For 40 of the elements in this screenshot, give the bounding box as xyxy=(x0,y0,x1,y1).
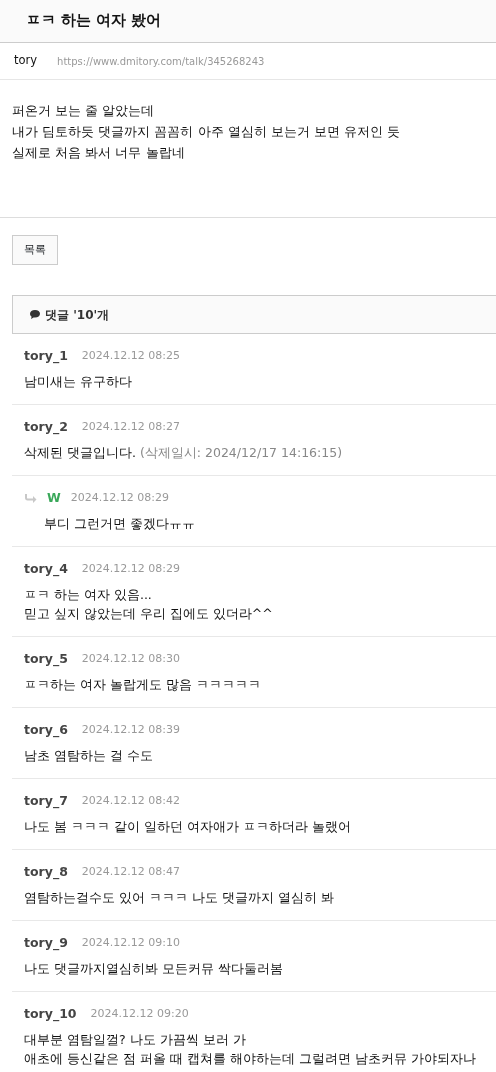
comment-text: ㅍㅋ 하는 여자 있음... 믿고 싶지 않았는데 우리 집에도 있더라^^ xyxy=(24,586,274,623)
comment-author: tory_9 xyxy=(24,933,68,953)
comment-time: 2024.12.12 08:47 xyxy=(81,863,180,880)
body-text-line: 퍼온거 보는 줄 알았는데 xyxy=(12,102,156,120)
comment-author: tory_4 xyxy=(24,559,68,579)
comment-time: 2024.12.12 08:27 xyxy=(81,418,180,435)
speech-bubble-icon xyxy=(29,309,41,320)
body-text-line: 실제로 처음 봐서 너무 놀랍네 xyxy=(12,144,186,162)
comment-author: tory_6 xyxy=(24,720,68,740)
comment-text: 부디 그런거면 좋겠다ㅠㅠ xyxy=(43,515,196,533)
comment-author: W xyxy=(47,488,61,507)
comment-text: 대부분 염탐일껄? 나도 가끔씩 보러 가 애초에 등신같은 점 퍼올 때 캡쳐를 해야하는데 그럴려면 남초커뮤 가야되자나 xyxy=(24,1031,477,1068)
comment-author: tory_8 xyxy=(24,862,68,882)
comment-time: 2024.12.12 08:29 xyxy=(81,560,180,577)
comment-text: 나도 봄 ㅋㅋㅋ 같이 일하던 여자애가 ㅍㅋ하더라 놀랬어 xyxy=(24,818,352,836)
comment-text: ㅍㅋ하는 여자 놀랍게도 많음 ㅋㅋㅋㅋㅋ xyxy=(24,676,262,694)
comment-text: 염탐하는걸수도 있어 ㅋㅋㅋ 나도 댓글까지 열심히 봐 xyxy=(24,889,335,907)
comment-time: 2024.12.12 08:39 xyxy=(81,721,180,738)
comment-author: tory_10 xyxy=(24,1004,77,1024)
comment-author: tory_5 xyxy=(24,649,68,669)
comment-author: tory_2 xyxy=(24,417,68,437)
comment-time: 2024.12.12 09:20 xyxy=(90,1005,189,1022)
comment-time: 2024.12.12 08:29 xyxy=(70,489,169,506)
comment-text: 나도 댓글까지열심히봐 모든커뮤 싹다둘러봄 xyxy=(24,960,284,978)
comment-time: 2024.12.12 08:42 xyxy=(81,792,180,809)
post-url: https://www.dmitory.com/talk/345268243 xyxy=(57,54,265,69)
comment-time: 2024.12.12 08:25 xyxy=(81,347,180,364)
comment-text: 삭제된 댓글입니다. (삭제일시: 2024/12/17 14:16:15) xyxy=(24,444,344,462)
list-button[interactable]: 목록 xyxy=(12,235,58,265)
comments-count: 댓글 '10'개 xyxy=(45,306,110,324)
comment-text: 남초 염탐하는 걸 수도 xyxy=(24,747,154,765)
body-text-line: 내가 딤토하듯 댓글까지 꼼꼼히 아주 열심히 보는거 보면 유저인 듯 xyxy=(12,123,402,141)
comment-author: tory_1 xyxy=(24,346,68,366)
comment-text: 남미새는 유구하다 xyxy=(24,373,133,391)
comment-time: 2024.12.12 08:30 xyxy=(81,650,180,667)
comment-author: tory_7 xyxy=(24,791,68,811)
author-name: tory xyxy=(14,52,38,70)
comment-time: 2024.12.12 09:10 xyxy=(81,934,180,951)
reply-arrow-icon xyxy=(24,492,37,504)
post-title: ㅍㅋ 하는 여자 봤어 xyxy=(0,0,496,43)
